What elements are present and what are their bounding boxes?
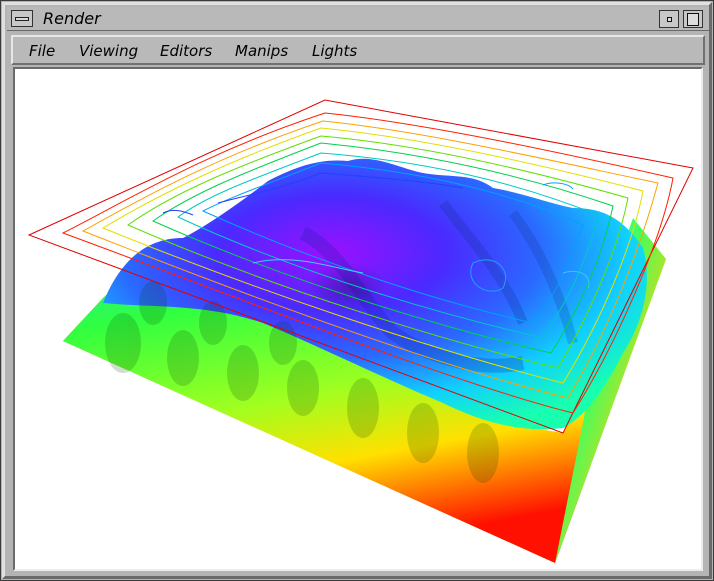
window-menu-bar xyxy=(15,16,29,21)
window-title: Render xyxy=(43,9,101,28)
render-window: Render File Viewing Editors Manips Light… xyxy=(0,0,714,581)
maximize-box xyxy=(687,12,699,26)
render-viewport[interactable] xyxy=(13,67,703,571)
terrain-scene xyxy=(27,99,694,563)
menu-bar: File Viewing Editors Manips Lights xyxy=(11,35,705,65)
title-bar[interactable]: Render xyxy=(7,7,709,31)
menu-manips[interactable]: Manips xyxy=(235,42,288,60)
minimize-icon[interactable] xyxy=(659,10,679,28)
menu-file[interactable]: File xyxy=(29,42,55,60)
minimize-dot xyxy=(666,16,672,22)
maximize-icon[interactable] xyxy=(683,10,703,28)
menu-viewing[interactable]: Viewing xyxy=(79,42,138,60)
valley-shade xyxy=(308,263,388,313)
window-menu-icon[interactable] xyxy=(11,10,33,27)
menu-lights[interactable]: Lights xyxy=(312,42,357,60)
menu-editors[interactable]: Editors xyxy=(160,42,212,60)
